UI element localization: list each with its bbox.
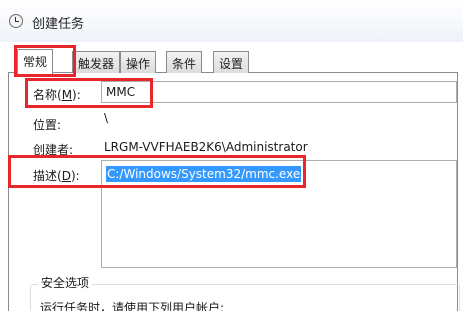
location-value: \: [104, 111, 109, 125]
name-value: MMC: [106, 85, 136, 99]
description-label: 描述(D):: [33, 169, 80, 183]
tab-actions[interactable]: 操作: [120, 51, 157, 73]
name-field[interactable]: MMC: [101, 81, 457, 103]
name-label: 名称(M):: [33, 88, 81, 102]
tab-triggers[interactable]: 触发器: [72, 51, 121, 73]
task-clock-icon: [9, 14, 23, 28]
run-as-text: 运行任务时，请使用下列用户帐户:: [40, 301, 225, 311]
tab-conditions[interactable]: 条件: [166, 51, 203, 73]
tab-strip: 常规 触发器 操作 条件 设置: [8, 49, 458, 74]
tab-settings[interactable]: 设置: [213, 51, 250, 73]
description-value: C:/Windows/System32/mmc.exe: [106, 166, 302, 182]
tab-label: 触发器: [78, 57, 115, 71]
title-bar: 创建任务: [0, 0, 463, 42]
tab-label: 设置: [219, 57, 244, 71]
location-label: 位置:: [33, 118, 62, 132]
author-value: LRGM-VVFHAEB2K6\Administrator: [104, 140, 308, 154]
tab-label: 条件: [172, 57, 197, 71]
window-title: 创建任务: [32, 17, 85, 32]
description-field[interactable]: C:/Windows/System32/mmc.exe: [101, 160, 457, 268]
author-label: 创建者:: [33, 143, 74, 157]
tab-label: 操作: [126, 57, 151, 71]
tab-general[interactable]: 常规: [17, 49, 54, 74]
security-options-title: 安全选项: [38, 274, 93, 291]
tab-label: 常规: [23, 55, 48, 69]
